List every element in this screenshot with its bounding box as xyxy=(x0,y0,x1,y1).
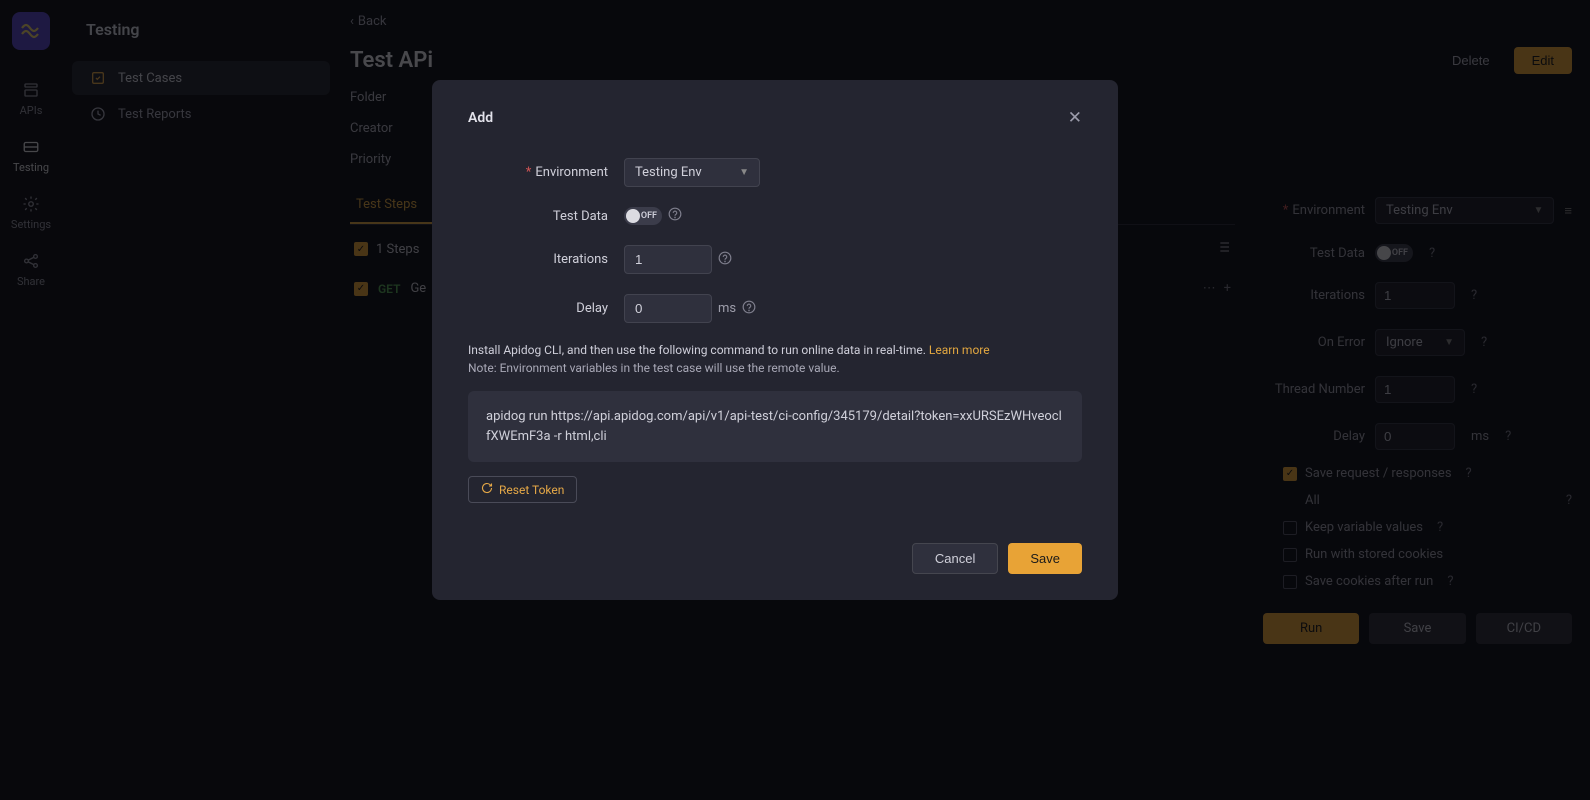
help-icon[interactable] xyxy=(742,300,756,318)
chevron-down-icon: ▼ xyxy=(739,167,749,178)
reset-token-button[interactable]: Reset Token xyxy=(468,476,577,503)
modal-test-data-label: Test Data xyxy=(468,209,624,224)
modal-env-value: Testing Env xyxy=(635,165,702,180)
cancel-button[interactable]: Cancel xyxy=(912,543,998,574)
learn-more-link[interactable]: Learn more xyxy=(929,343,990,357)
modal-save-button[interactable]: Save xyxy=(1008,543,1082,574)
help-icon[interactable] xyxy=(668,207,682,225)
modal-delay-input[interactable] xyxy=(624,294,712,323)
env-note: Note: Environment variables in the test … xyxy=(468,361,1082,375)
modal-title: Add xyxy=(468,110,493,126)
modal-iterations-label: Iterations xyxy=(468,252,624,267)
modal-delay-label: Delay xyxy=(468,301,624,316)
cli-instruction: Install Apidog CLI, and then use the fol… xyxy=(468,343,1082,357)
reset-token-label: Reset Token xyxy=(499,483,564,497)
modal-env-label: Environment xyxy=(535,165,608,180)
add-modal: Add ✕ *Environment Testing Env ▼ Test Da… xyxy=(432,80,1118,600)
modal-iterations-input[interactable] xyxy=(624,245,712,274)
refresh-icon xyxy=(481,482,493,497)
close-icon[interactable]: ✕ xyxy=(1068,108,1082,128)
modal-test-data-toggle[interactable]: OFF xyxy=(624,207,662,225)
help-icon[interactable] xyxy=(718,251,732,269)
cli-command[interactable]: apidog run https://api.apidog.com/api/v1… xyxy=(468,391,1082,462)
modal-environment-select[interactable]: Testing Env ▼ xyxy=(624,158,760,187)
modal-delay-unit: ms xyxy=(718,301,736,316)
